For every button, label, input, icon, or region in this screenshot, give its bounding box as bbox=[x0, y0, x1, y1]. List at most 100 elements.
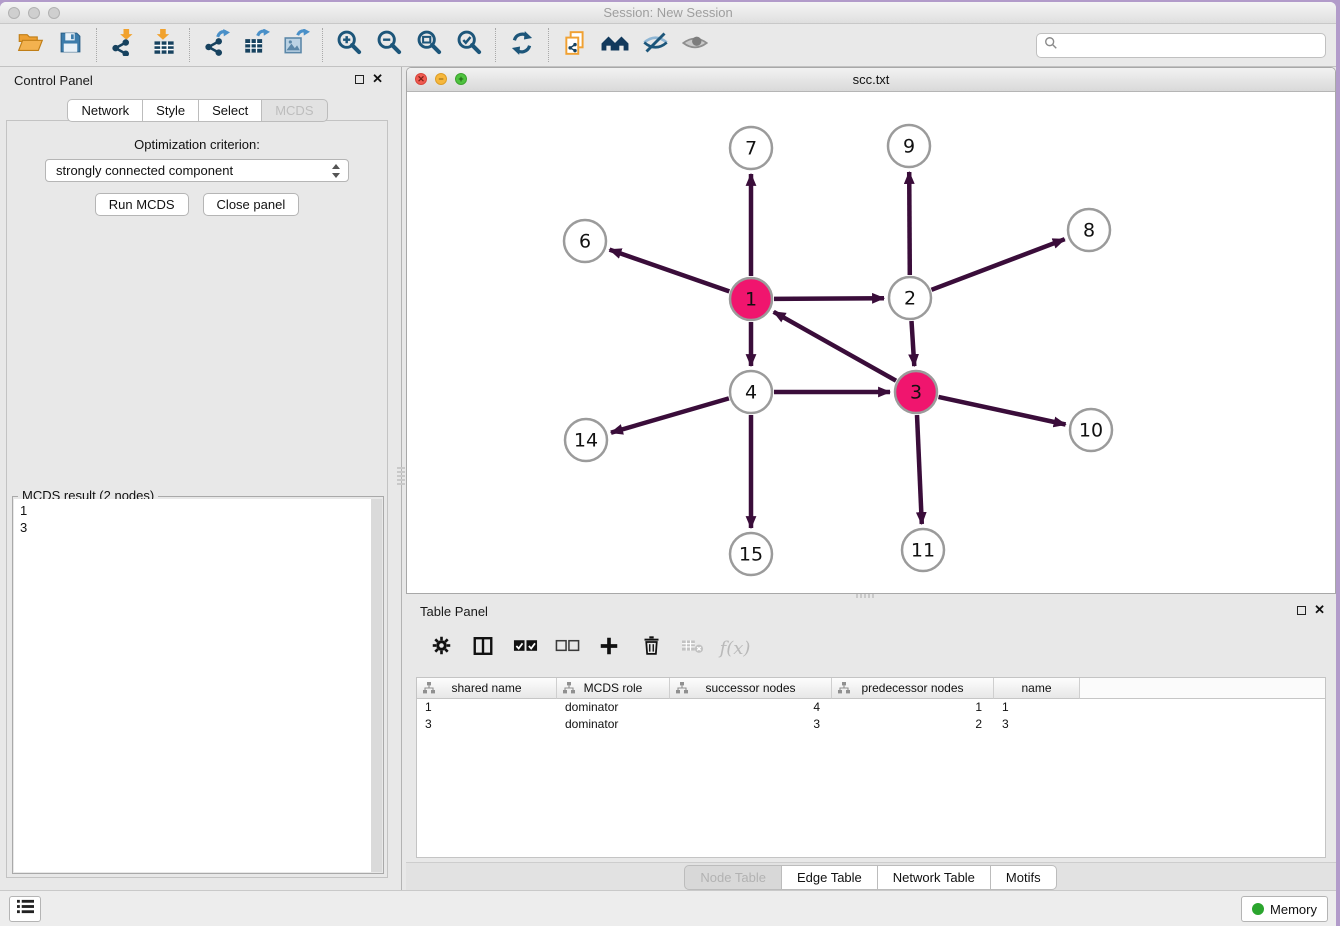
table-cell[interactable]: 1 bbox=[994, 699, 1080, 716]
import-table-button[interactable] bbox=[143, 27, 183, 63]
deselect-all-button[interactable] bbox=[550, 632, 584, 664]
import-network-button[interactable] bbox=[103, 27, 143, 63]
zoom-selected-button[interactable] bbox=[449, 27, 489, 63]
graph-node-15[interactable]: 15 bbox=[730, 533, 772, 575]
graph-node-10[interactable]: 10 bbox=[1070, 409, 1112, 451]
export-image-icon bbox=[283, 29, 310, 61]
copy-network-button[interactable] bbox=[555, 27, 595, 63]
svg-text:14: 14 bbox=[574, 430, 598, 452]
graph-edge-3-11[interactable] bbox=[917, 415, 922, 524]
graph-node-11[interactable]: 11 bbox=[902, 529, 944, 571]
optimization-criterion-label: Optimization criterion: bbox=[7, 137, 387, 152]
column-header-name[interactable]: name bbox=[994, 678, 1080, 699]
table-cell[interactable]: 1 bbox=[832, 699, 994, 716]
home-layout-button[interactable] bbox=[595, 27, 635, 63]
search-input[interactable] bbox=[1058, 36, 1325, 56]
graph-edge-4-14[interactable] bbox=[611, 398, 729, 432]
graph-node-4[interactable]: 4 bbox=[730, 371, 772, 413]
control-panel-float-icon[interactable] bbox=[355, 75, 364, 84]
network-canvas[interactable]: 7 9 6 8 1 2 4 3 14 10 15 11 bbox=[407, 92, 1335, 593]
tab-network-table[interactable]: Network Table bbox=[877, 865, 991, 890]
graph-edge-2-8[interactable] bbox=[932, 239, 1065, 290]
tab-network[interactable]: Network bbox=[67, 99, 143, 122]
graph-node-6[interactable]: 6 bbox=[564, 220, 606, 262]
select-all-button[interactable] bbox=[508, 632, 542, 664]
run-mcds-button[interactable]: Run MCDS bbox=[95, 193, 189, 216]
table-panel-title: Table Panel bbox=[420, 604, 488, 619]
show-all-button[interactable] bbox=[675, 27, 715, 63]
table-panel-float-icon[interactable] bbox=[1297, 606, 1306, 615]
task-history-button[interactable] bbox=[9, 896, 41, 922]
close-panel-button[interactable]: Close panel bbox=[203, 193, 300, 216]
svg-text:15: 15 bbox=[739, 544, 763, 566]
node-table[interactable]: shared nameMCDS rolesuccessor nodesprede… bbox=[416, 677, 1326, 858]
column-header-successor-nodes[interactable]: successor nodes bbox=[670, 678, 832, 699]
zoom-fit-button[interactable] bbox=[409, 27, 449, 63]
export-table-button[interactable] bbox=[236, 27, 276, 63]
tab-style[interactable]: Style bbox=[142, 99, 199, 122]
export-network-button[interactable] bbox=[196, 27, 236, 63]
graph-node-3[interactable]: 3 bbox=[895, 371, 937, 413]
graph-edge-3-10[interactable] bbox=[939, 397, 1066, 425]
mcds-result-scrollbar[interactable] bbox=[371, 499, 382, 872]
graph-node-1[interactable]: 1 bbox=[730, 278, 772, 320]
tab-motifs[interactable]: Motifs bbox=[990, 865, 1057, 890]
graph-node-9[interactable]: 9 bbox=[888, 125, 930, 167]
toolbar-separator bbox=[495, 28, 496, 62]
tab-select[interactable]: Select bbox=[198, 99, 262, 122]
column-header-MCDS-role[interactable]: MCDS role bbox=[557, 678, 670, 699]
memory-button[interactable]: Memory bbox=[1241, 896, 1328, 922]
table-row[interactable]: 1dominator411 bbox=[417, 699, 1325, 716]
graph-node-2[interactable]: 2 bbox=[889, 277, 931, 319]
vertical-splitter[interactable] bbox=[396, 67, 406, 890]
svg-text:3: 3 bbox=[910, 382, 922, 404]
table-cell[interactable]: 3 bbox=[994, 716, 1080, 733]
optimization-criterion-select[interactable]: strongly connected component bbox=[45, 159, 349, 182]
zoom-out-button[interactable] bbox=[369, 27, 409, 63]
window-titlebar: Session: New Session bbox=[0, 2, 1336, 24]
graph-node-7[interactable]: 7 bbox=[730, 127, 772, 169]
table-cell[interactable]: 3 bbox=[670, 716, 832, 733]
delete-table-icon bbox=[681, 635, 705, 662]
table-panel-close-icon[interactable]: ✕ bbox=[1314, 602, 1325, 618]
refresh-network-button[interactable] bbox=[502, 27, 542, 63]
graph-edge-1-6[interactable] bbox=[610, 250, 730, 292]
zoom-in-button[interactable] bbox=[329, 27, 369, 63]
graph-edge-1-2[interactable] bbox=[774, 298, 884, 299]
tab-edge-table[interactable]: Edge Table bbox=[781, 865, 878, 890]
graph-edge-2-3[interactable] bbox=[912, 321, 915, 366]
table-cell[interactable]: 3 bbox=[417, 716, 557, 733]
table-settings-button[interactable] bbox=[424, 632, 458, 664]
mcds-result-text[interactable]: 1 3 bbox=[14, 499, 382, 872]
tab-mcds[interactable]: MCDS bbox=[261, 99, 327, 122]
add-column-button[interactable] bbox=[592, 632, 626, 664]
toolbar-separator bbox=[189, 28, 190, 62]
save-session-button[interactable] bbox=[50, 27, 90, 63]
open-session-button[interactable] bbox=[10, 27, 50, 63]
delete-column-button[interactable] bbox=[634, 632, 668, 664]
graph-node-8[interactable]: 8 bbox=[1068, 209, 1110, 251]
graph-node-14[interactable]: 14 bbox=[565, 419, 607, 461]
tab-node-table[interactable]: Node Table bbox=[684, 865, 782, 890]
control-panel-close-icon[interactable]: ✕ bbox=[372, 71, 383, 87]
columns-icon bbox=[472, 635, 494, 662]
table-cell[interactable]: 2 bbox=[832, 716, 994, 733]
app-window: Session: New Session bbox=[0, 2, 1336, 926]
svg-text:9: 9 bbox=[903, 136, 915, 158]
save-floppy-icon bbox=[58, 30, 83, 60]
graph-edge-3-1[interactable] bbox=[774, 312, 896, 381]
table-body: 1dominator4113dominator323 bbox=[417, 699, 1325, 733]
table-cell[interactable]: dominator bbox=[557, 699, 670, 716]
search-icon bbox=[1044, 36, 1058, 55]
graph-edge-2-9[interactable] bbox=[909, 172, 910, 275]
export-image-button[interactable] bbox=[276, 27, 316, 63]
table-cell[interactable]: 1 bbox=[417, 699, 557, 716]
hide-selected-button[interactable] bbox=[635, 27, 675, 63]
column-header-predecessor-nodes[interactable]: predecessor nodes bbox=[832, 678, 994, 699]
table-cell[interactable]: 4 bbox=[670, 699, 832, 716]
column-header-shared-name[interactable]: shared name bbox=[417, 678, 557, 699]
main-toolbar bbox=[0, 24, 1336, 67]
table-cell[interactable]: dominator bbox=[557, 716, 670, 733]
toggle-columns-button[interactable] bbox=[466, 632, 500, 664]
table-row[interactable]: 3dominator323 bbox=[417, 716, 1325, 733]
